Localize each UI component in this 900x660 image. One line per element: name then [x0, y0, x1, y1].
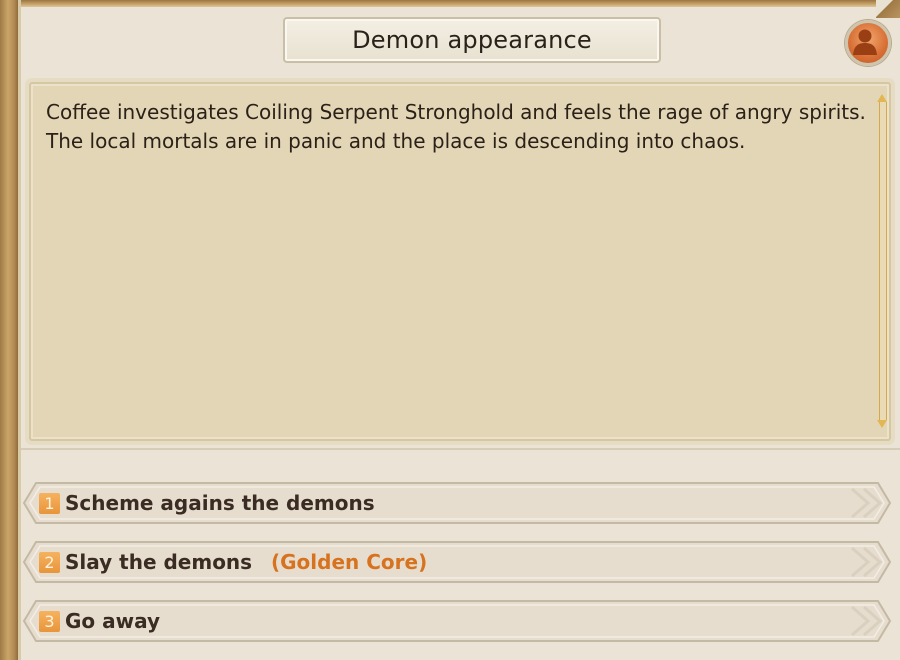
- description-text: Coffee investigates Coiling Serpent Stro…: [46, 98, 866, 156]
- scroll-down-arrow-icon[interactable]: [877, 420, 887, 428]
- option-label: Go away: [65, 609, 161, 633]
- option-label: Slay the demons: [65, 550, 253, 574]
- description-box: Coffee investigates Coiling Serpent Stro…: [29, 82, 891, 441]
- divider: [21, 448, 900, 450]
- option-number-badge: 2: [39, 552, 60, 573]
- description-line-1: Coffee investigates Coiling Serpent Stro…: [46, 100, 866, 124]
- person-icon: [853, 29, 877, 55]
- profile-button[interactable]: [845, 20, 891, 66]
- option-label: Scheme agains the demons: [65, 491, 375, 515]
- frame-left-border: [0, 0, 18, 660]
- description-scrollbar[interactable]: [877, 94, 887, 428]
- option-number-badge: 3: [39, 611, 60, 632]
- option-button-3[interactable]: 3 Go away: [22, 599, 892, 643]
- frame-top-border: [0, 0, 900, 7]
- page-title: Demon appearance: [352, 26, 592, 54]
- description-line-2: The local mortals are in panic and the p…: [46, 129, 746, 153]
- title-banner: Demon appearance: [283, 17, 661, 63]
- frame-left-inner-border: [18, 0, 21, 660]
- option-button-2[interactable]: 2 Slay the demons (Golden Core): [22, 540, 892, 584]
- frame-corner: [876, 0, 900, 18]
- option-requirement: (Golden Core): [271, 550, 428, 574]
- option-number-badge: 1: [39, 493, 60, 514]
- option-button-1[interactable]: 1 Scheme agains the demons: [22, 481, 892, 525]
- scroll-up-arrow-icon[interactable]: [877, 94, 887, 102]
